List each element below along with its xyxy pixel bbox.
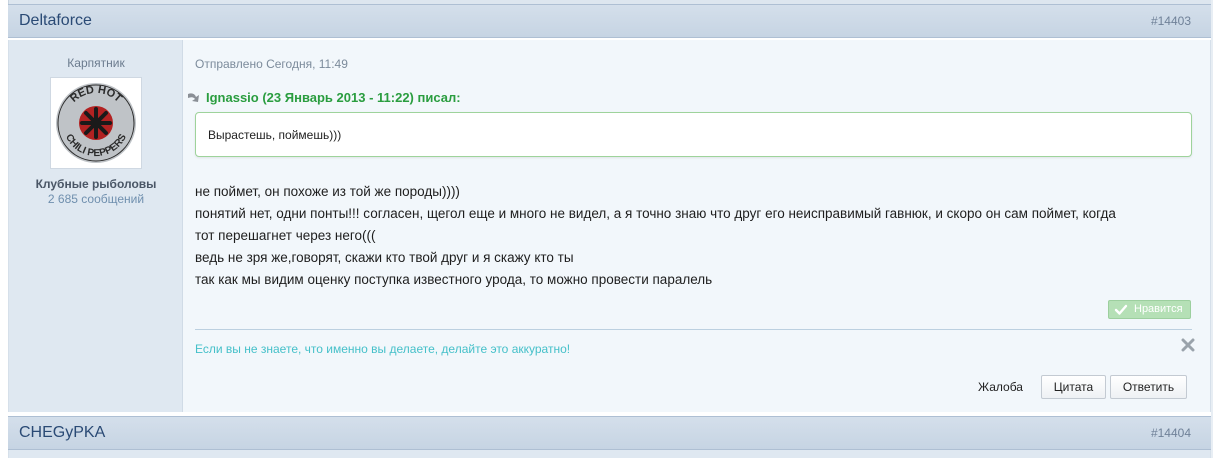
- like-button[interactable]: Нравится: [1108, 300, 1191, 319]
- quote-arrow-icon: [188, 93, 199, 102]
- quote-button[interactable]: Цитата: [1041, 375, 1106, 399]
- next-post-body: [8, 450, 1211, 458]
- quote-text: Вырастешь, поймешь))): [208, 128, 342, 142]
- signature: Если вы не знаете, что именно вы делаете…: [195, 342, 571, 356]
- checkmark-icon: [1114, 304, 1128, 315]
- message-line: не поймет, он похоже из той же породы)))…: [195, 184, 460, 199]
- post-message: не поймет, он похоже из той же породы)))…: [195, 181, 1195, 291]
- author-title: Карпятник: [67, 56, 125, 70]
- message-line: так как мы видим оценку поступка известн…: [195, 272, 713, 287]
- message-line: ведь не зря же,говорят, скажи кто твой д…: [195, 250, 574, 265]
- post-header: Deltaforce #14403: [8, 4, 1211, 38]
- next-post-number-link[interactable]: #14404: [1151, 426, 1191, 440]
- post-number-link[interactable]: #14403: [1151, 14, 1191, 28]
- quote-citation: Ignassio (23 Январь 2013 - 11:22) писал:: [188, 90, 461, 105]
- post-body: Карпятник RED HOT CHILI PEPPERS Клубные …: [8, 40, 1211, 412]
- next-post-header: CHEGyPKA #14404: [8, 416, 1211, 450]
- reply-button[interactable]: Ответить: [1110, 375, 1187, 399]
- message-line: тот перешагнет через него(((: [195, 228, 376, 243]
- like-button-label: Нравится: [1134, 303, 1183, 315]
- post-content: Отправлено Сегодня, 11:49 Ignassio (23 Я…: [184, 40, 1210, 412]
- signature-divider: [195, 329, 1192, 330]
- post-date: Отправлено Сегодня, 11:49: [195, 57, 348, 71]
- avatar[interactable]: RED HOT CHILI PEPPERS: [50, 77, 142, 169]
- report-link[interactable]: Жалоба: [978, 380, 1023, 394]
- close-icon[interactable]: [1181, 338, 1195, 352]
- next-post-author-link[interactable]: CHEGyPKA: [19, 424, 105, 442]
- author-info-column: Карпятник RED HOT CHILI PEPPERS Клубные …: [9, 40, 183, 412]
- rhcp-logo-icon: RED HOT CHILI PEPPERS: [56, 83, 136, 163]
- quote-citation-text: Ignassio (23 Январь 2013 - 11:22) писал:: [206, 90, 461, 105]
- member-group: Клубные рыболовы: [35, 177, 157, 191]
- post-count: 2 685 сообщений: [47, 192, 145, 206]
- post-author-link[interactable]: Deltaforce: [19, 12, 92, 30]
- quote-block: Вырастешь, поймешь))): [195, 112, 1192, 157]
- message-line: понятий нет, одни понты!!! согласен, щег…: [195, 206, 1116, 221]
